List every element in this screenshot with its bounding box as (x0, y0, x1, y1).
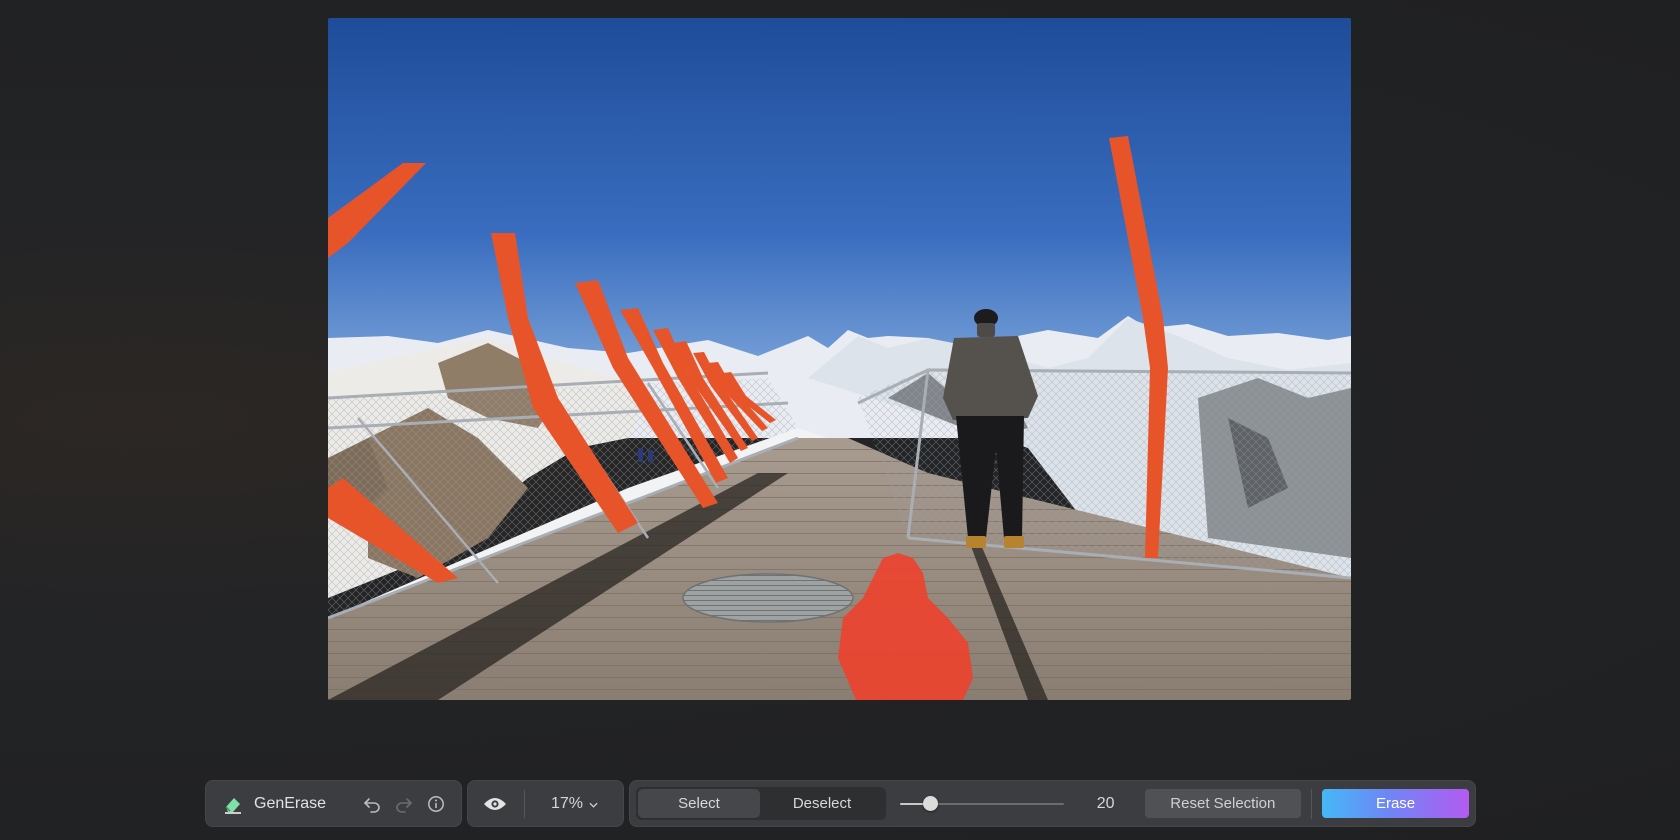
erase-button[interactable]: Erase (1322, 789, 1469, 818)
chevron-down-icon (589, 795, 598, 813)
info-icon[interactable] (423, 791, 449, 817)
selection-tools-group: Select Deselect 20 Reset Selection Erase (629, 780, 1476, 827)
app-controls-group: GenErase (205, 780, 462, 827)
zoom-dropdown[interactable]: 17% (551, 795, 598, 813)
eraser-icon (222, 793, 244, 815)
view-controls-group: 17% (467, 780, 624, 827)
eye-icon[interactable] (478, 787, 512, 821)
slider-thumb[interactable] (923, 795, 939, 811)
brand: GenErase (222, 793, 353, 815)
brush-size-slider[interactable] (900, 789, 1065, 819)
deselect-mode-button[interactable]: Deselect (760, 789, 884, 818)
reset-selection-button[interactable]: Reset Selection (1144, 789, 1302, 818)
brush-size-value: 20 (1096, 794, 1115, 812)
photo-image (328, 18, 1351, 700)
select-mode-button[interactable]: Select (638, 789, 760, 818)
app-name: GenErase (254, 794, 327, 812)
divider (524, 789, 525, 818)
photo-canvas[interactable] (328, 18, 1351, 700)
zoom-value: 17% (551, 794, 584, 812)
bottom-toolbar: GenErase 17% Select Deselect 20 Reset Se… (205, 780, 1476, 827)
divider (1311, 788, 1313, 819)
canvas-area (0, 0, 1680, 770)
undo-icon[interactable] (359, 791, 385, 817)
mode-toggle: Select Deselect (636, 787, 886, 820)
redo-icon[interactable] (391, 791, 417, 817)
